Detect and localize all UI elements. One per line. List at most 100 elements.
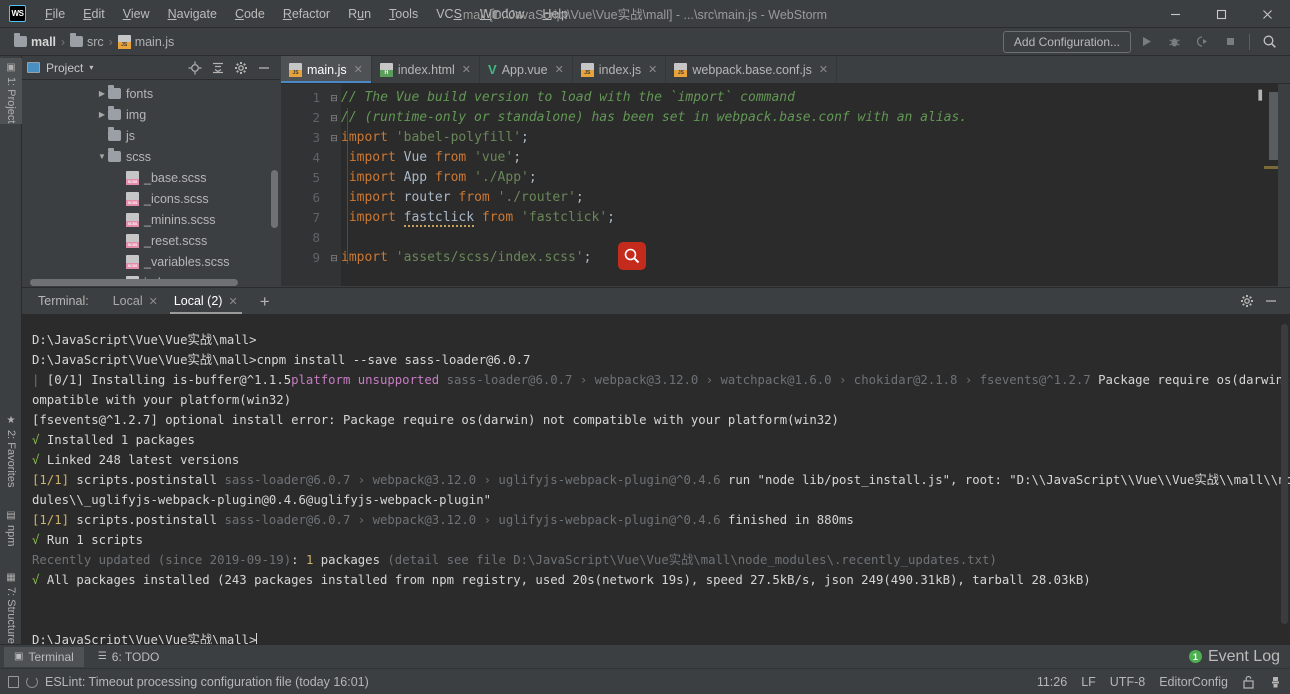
sidebar-item-favorites[interactable]: ★ 2: Favorites bbox=[0, 411, 22, 499]
chevron-right-icon[interactable]: ▶ bbox=[96, 110, 108, 119]
fold-marker[interactable]: ⊟ bbox=[327, 128, 341, 148]
project-tree-horizontal-scrollbar[interactable] bbox=[30, 279, 238, 286]
breadcrumb: mall › src › main.js bbox=[14, 33, 174, 49]
chevron-down-icon[interactable]: ▼ bbox=[96, 152, 108, 161]
tab-index-html[interactable]: index.html ✕ bbox=[372, 56, 481, 83]
close-icon[interactable]: ✕ bbox=[462, 63, 471, 76]
menu-refactor[interactable]: Refactor bbox=[274, 4, 339, 24]
terminal-text: [1/1] bbox=[32, 473, 77, 487]
code-content[interactable]: // The Vue build version to load with th… bbox=[341, 84, 1180, 268]
terminal-text: [1/1] bbox=[32, 513, 77, 527]
scss-file-icon bbox=[126, 191, 139, 206]
new-terminal-tab-button[interactable]: + bbox=[260, 293, 270, 310]
tree-node-js[interactable]: js bbox=[22, 125, 280, 146]
lock-icon[interactable] bbox=[1242, 675, 1255, 689]
close-icon[interactable]: ✕ bbox=[555, 63, 564, 76]
fold-marker[interactable]: ⊟ bbox=[327, 108, 341, 128]
code-folding-gutter[interactable]: ⊟ ⊟ ⊟ ⊟ bbox=[327, 84, 341, 286]
code-editor[interactable]: 1 2 3 4 5 6 7 8 9 ⊟ ⊟ ⊟ ⊟ // The Vue bui… bbox=[281, 84, 1290, 286]
line-number: 6 bbox=[312, 190, 320, 205]
hide-panel-icon[interactable] bbox=[1260, 291, 1282, 311]
add-configuration-button[interactable]: Add Configuration... bbox=[1002, 30, 1131, 53]
memory-indicator-icon[interactable] bbox=[8, 675, 19, 688]
tree-node-minins-scss[interactable]: _minins.scss bbox=[22, 209, 280, 230]
menu-navigate[interactable]: Navigate bbox=[159, 4, 226, 24]
event-log-label[interactable]: Event Log bbox=[1208, 648, 1280, 666]
close-icon[interactable]: ✕ bbox=[648, 63, 657, 76]
collapse-all-icon[interactable] bbox=[207, 58, 229, 78]
tree-node-icons-scss[interactable]: _icons.scss bbox=[22, 188, 280, 209]
fold-marker[interactable]: ⊟ bbox=[327, 248, 341, 268]
event-log-area[interactable]: 1 Event Log bbox=[1188, 648, 1290, 666]
terminal-output[interactable]: D:\JavaScript\Vue\Vue实战\mall> D:\JavaScri… bbox=[22, 314, 1290, 645]
stop-icon[interactable] bbox=[1217, 31, 1243, 53]
sidebar-item-project[interactable]: ▣ 1: Project bbox=[0, 58, 22, 124]
bottom-tool-window-bar: ▣ Terminal ☰ 6: TODO 1 Event Log bbox=[0, 644, 1290, 668]
tab-app-vue[interactable]: V App.vue ✕ bbox=[480, 56, 573, 83]
navigation-bar: mall › src › main.js Add Configuration..… bbox=[0, 28, 1290, 56]
chevron-right-icon[interactable]: ▶ bbox=[96, 89, 108, 98]
bottom-tab-label: 6: TODO bbox=[111, 649, 160, 664]
locate-icon[interactable] bbox=[184, 58, 206, 78]
project-file-tree[interactable]: ▶ fonts ▶ img js ▼ scss _base.scss bbox=[22, 80, 280, 286]
editorconfig-indicator[interactable]: EditorConfig bbox=[1159, 675, 1228, 689]
run-coverage-icon[interactable] bbox=[1189, 31, 1215, 53]
tab-webpack-base-conf-js[interactable]: webpack.base.conf.js ✕ bbox=[666, 56, 838, 83]
editor-scrollbar-thumb[interactable] bbox=[1269, 92, 1278, 160]
close-icon[interactable]: ✕ bbox=[228, 295, 237, 308]
hide-panel-icon[interactable] bbox=[253, 58, 275, 78]
breadcrumb-item-mall[interactable]: mall bbox=[14, 33, 56, 49]
sidebar-item-structure[interactable]: ▦ 7: Structure bbox=[0, 568, 22, 654]
warning-stripe-mark[interactable] bbox=[1264, 166, 1278, 169]
menu-edit[interactable]: Edit bbox=[74, 4, 114, 24]
search-everywhere-icon[interactable] bbox=[1256, 31, 1282, 53]
status-message[interactable]: ESLint: Timeout processing configuration… bbox=[45, 675, 369, 689]
tree-node-scss[interactable]: ▼ scss bbox=[22, 146, 280, 167]
tree-node-variables-scss[interactable]: _variables.scss bbox=[22, 251, 280, 272]
sidebar-item-npm[interactable]: ▤ npm bbox=[0, 506, 22, 562]
maximize-button[interactable] bbox=[1198, 0, 1244, 28]
tree-node-label: scss bbox=[126, 149, 151, 164]
close-button[interactable] bbox=[1244, 0, 1290, 28]
menu-vcs[interactable]: VCS bbox=[427, 4, 471, 24]
run-icon[interactable] bbox=[1133, 31, 1159, 53]
breadcrumb-item-mainjs[interactable]: main.js bbox=[117, 34, 174, 49]
code-line: import App from './App'; bbox=[341, 168, 1180, 188]
close-icon[interactable]: ✕ bbox=[819, 63, 828, 76]
chevron-down-icon[interactable]: ▾ bbox=[89, 63, 93, 72]
terminal-tab-local-2[interactable]: Local (2) ✕ bbox=[166, 291, 246, 314]
close-icon[interactable]: ✕ bbox=[149, 295, 158, 308]
inspection-icon[interactable] bbox=[1269, 675, 1282, 689]
close-icon[interactable]: ✕ bbox=[354, 63, 363, 76]
menu-view[interactable]: View bbox=[114, 4, 159, 24]
line-separator[interactable]: LF bbox=[1081, 675, 1096, 689]
caret-position[interactable]: 11:26 bbox=[1037, 675, 1067, 689]
menu-file[interactable]: File bbox=[36, 4, 74, 24]
file-encoding[interactable]: UTF-8 bbox=[1110, 675, 1145, 689]
debug-icon[interactable] bbox=[1161, 31, 1187, 53]
tree-node-fonts[interactable]: ▶ fonts bbox=[22, 83, 280, 104]
menu-window[interactable]: Window bbox=[471, 4, 533, 24]
breadcrumb-item-src[interactable]: src bbox=[70, 33, 104, 49]
terminal-scrollbar[interactable] bbox=[1281, 324, 1288, 624]
menu-code[interactable]: Code bbox=[226, 4, 274, 24]
menu-run[interactable]: Run bbox=[339, 4, 380, 24]
tab-main-js[interactable]: main.js ✕ bbox=[281, 56, 372, 83]
tab-index-js[interactable]: index.js ✕ bbox=[573, 56, 667, 83]
project-tree-vertical-scrollbar[interactable] bbox=[271, 170, 278, 228]
tree-node-base-scss[interactable]: _base.scss bbox=[22, 167, 280, 188]
minimize-button[interactable] bbox=[1152, 0, 1198, 28]
scss-file-icon bbox=[126, 254, 139, 269]
bottom-tab-todo[interactable]: ☰ 6: TODO bbox=[88, 647, 170, 667]
menu-tools[interactable]: Tools bbox=[380, 4, 427, 24]
project-panel-header: Project ▾ bbox=[22, 56, 280, 80]
fold-marker[interactable]: ⊟ bbox=[327, 88, 341, 108]
settings-icon[interactable] bbox=[1236, 291, 1258, 311]
error-stripe-gutter[interactable] bbox=[1264, 84, 1278, 286]
tree-node-img[interactable]: ▶ img bbox=[22, 104, 280, 125]
settings-icon[interactable] bbox=[230, 58, 252, 78]
terminal-tab-local[interactable]: Local ✕ bbox=[105, 291, 166, 311]
bottom-tab-terminal[interactable]: ▣ Terminal bbox=[4, 646, 84, 667]
menu-help[interactable]: Help bbox=[533, 4, 577, 24]
tree-node-reset-scss[interactable]: _reset.scss bbox=[22, 230, 280, 251]
